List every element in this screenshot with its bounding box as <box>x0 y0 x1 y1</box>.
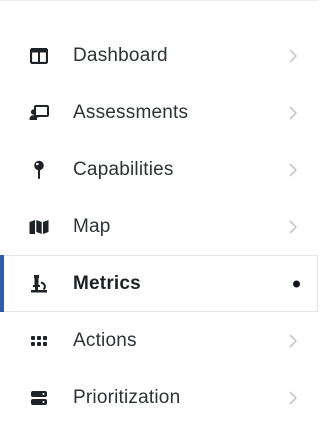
sidebar-item-label: Metrics <box>73 272 141 294</box>
microscope-icon <box>29 274 49 294</box>
sidebar-nav: Dashboard Assessments Capabilities Map M… <box>0 27 318 426</box>
sidebar-item-label: Dashboard <box>73 44 168 66</box>
sidebar: Dashboard Assessments Capabilities Map M… <box>0 0 318 443</box>
chevron-right-icon <box>288 48 298 64</box>
folded-map-icon <box>29 217 49 237</box>
chevron-right-icon <box>288 219 298 235</box>
map-pin-icon <box>29 160 49 180</box>
sidebar-item-assessments[interactable]: Assessments <box>0 84 318 141</box>
chevron-right-icon <box>288 390 298 406</box>
sidebar-item-label: Prioritization <box>73 386 181 408</box>
chevron-right-icon <box>288 333 298 349</box>
sidebar-top-divider <box>0 0 318 1</box>
sidebar-item-label: Assessments <box>73 101 189 123</box>
grid-dots-icon <box>29 331 49 351</box>
server-stack-icon <box>29 388 49 408</box>
sidebar-item-label: Map <box>73 215 111 237</box>
sidebar-item-actions[interactable]: Actions <box>0 312 318 369</box>
sidebar-item-capabilities[interactable]: Capabilities <box>0 141 318 198</box>
chevron-right-icon <box>288 162 298 178</box>
sidebar-item-map[interactable]: Map <box>0 198 318 255</box>
active-indicator <box>0 255 4 312</box>
sidebar-item-dashboard[interactable]: Dashboard <box>0 27 318 84</box>
active-dot-icon <box>293 280 300 287</box>
chalkboard-teacher-icon <box>29 103 49 123</box>
sidebar-item-prioritization[interactable]: Prioritization <box>0 369 318 426</box>
chevron-right-icon <box>288 105 298 121</box>
sidebar-item-metrics[interactable]: Metrics <box>0 255 318 312</box>
sidebar-item-label: Actions <box>73 329 137 351</box>
columns-icon <box>29 46 49 66</box>
sidebar-item-label: Capabilities <box>73 158 174 180</box>
